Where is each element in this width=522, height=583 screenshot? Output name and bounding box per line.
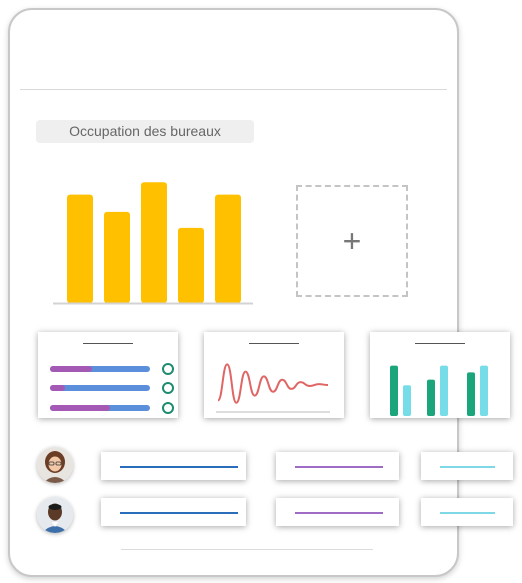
progress-fill: [50, 385, 65, 391]
card-title-line: [83, 343, 133, 344]
line-series: [217, 363, 329, 404]
progress-track: [50, 385, 150, 391]
cell-value-line: [295, 466, 383, 468]
cell-value-line: [120, 466, 238, 468]
table-cell[interactable]: [421, 452, 513, 480]
man-avatar: [37, 497, 73, 533]
cell-value-line: [295, 512, 383, 514]
status-circle-icon: [162, 363, 174, 375]
line-chart-card[interactable]: [204, 332, 344, 418]
grouped-bar-card[interactable]: [370, 332, 510, 418]
progress-fill: [50, 405, 110, 411]
bar-series-1: [467, 372, 475, 416]
bar-series-1: [427, 379, 435, 416]
cell-value-line: [120, 512, 238, 514]
occupation-bar-chart: [53, 182, 253, 305]
bar-series-2: [403, 385, 411, 416]
status-circle-icon: [162, 382, 174, 394]
status-circle-icon: [162, 402, 174, 414]
list-item: [50, 366, 150, 372]
bar-series-1: [390, 365, 398, 416]
list-item: [50, 405, 150, 411]
table-cell[interactable]: [276, 452, 399, 480]
table-cell[interactable]: [101, 498, 246, 526]
cell-value-line: [440, 512, 495, 514]
add-widget-button[interactable]: +: [296, 185, 408, 297]
woman-avatar: [37, 447, 73, 483]
bar-series-2: [440, 365, 448, 416]
widget-title: Occupation des bureaux: [36, 120, 254, 143]
footer-divider: [121, 549, 373, 550]
line-chart: [216, 363, 330, 413]
progress-list-card[interactable]: [38, 332, 178, 418]
table-cell[interactable]: [276, 498, 399, 526]
table-cell[interactable]: [421, 498, 513, 526]
bar: [141, 182, 167, 303]
header-divider: [20, 89, 447, 90]
bar-series-2: [480, 365, 488, 416]
grouped-bar-chart: [390, 365, 488, 416]
progress-fill: [50, 366, 92, 372]
bar: [178, 227, 204, 303]
list-item: [50, 385, 150, 391]
cell-value-line: [440, 466, 495, 468]
bar: [67, 194, 93, 303]
table-cell[interactable]: [101, 452, 246, 480]
bar: [215, 194, 241, 303]
bar: [104, 211, 130, 303]
plus-icon: +: [342, 223, 362, 259]
